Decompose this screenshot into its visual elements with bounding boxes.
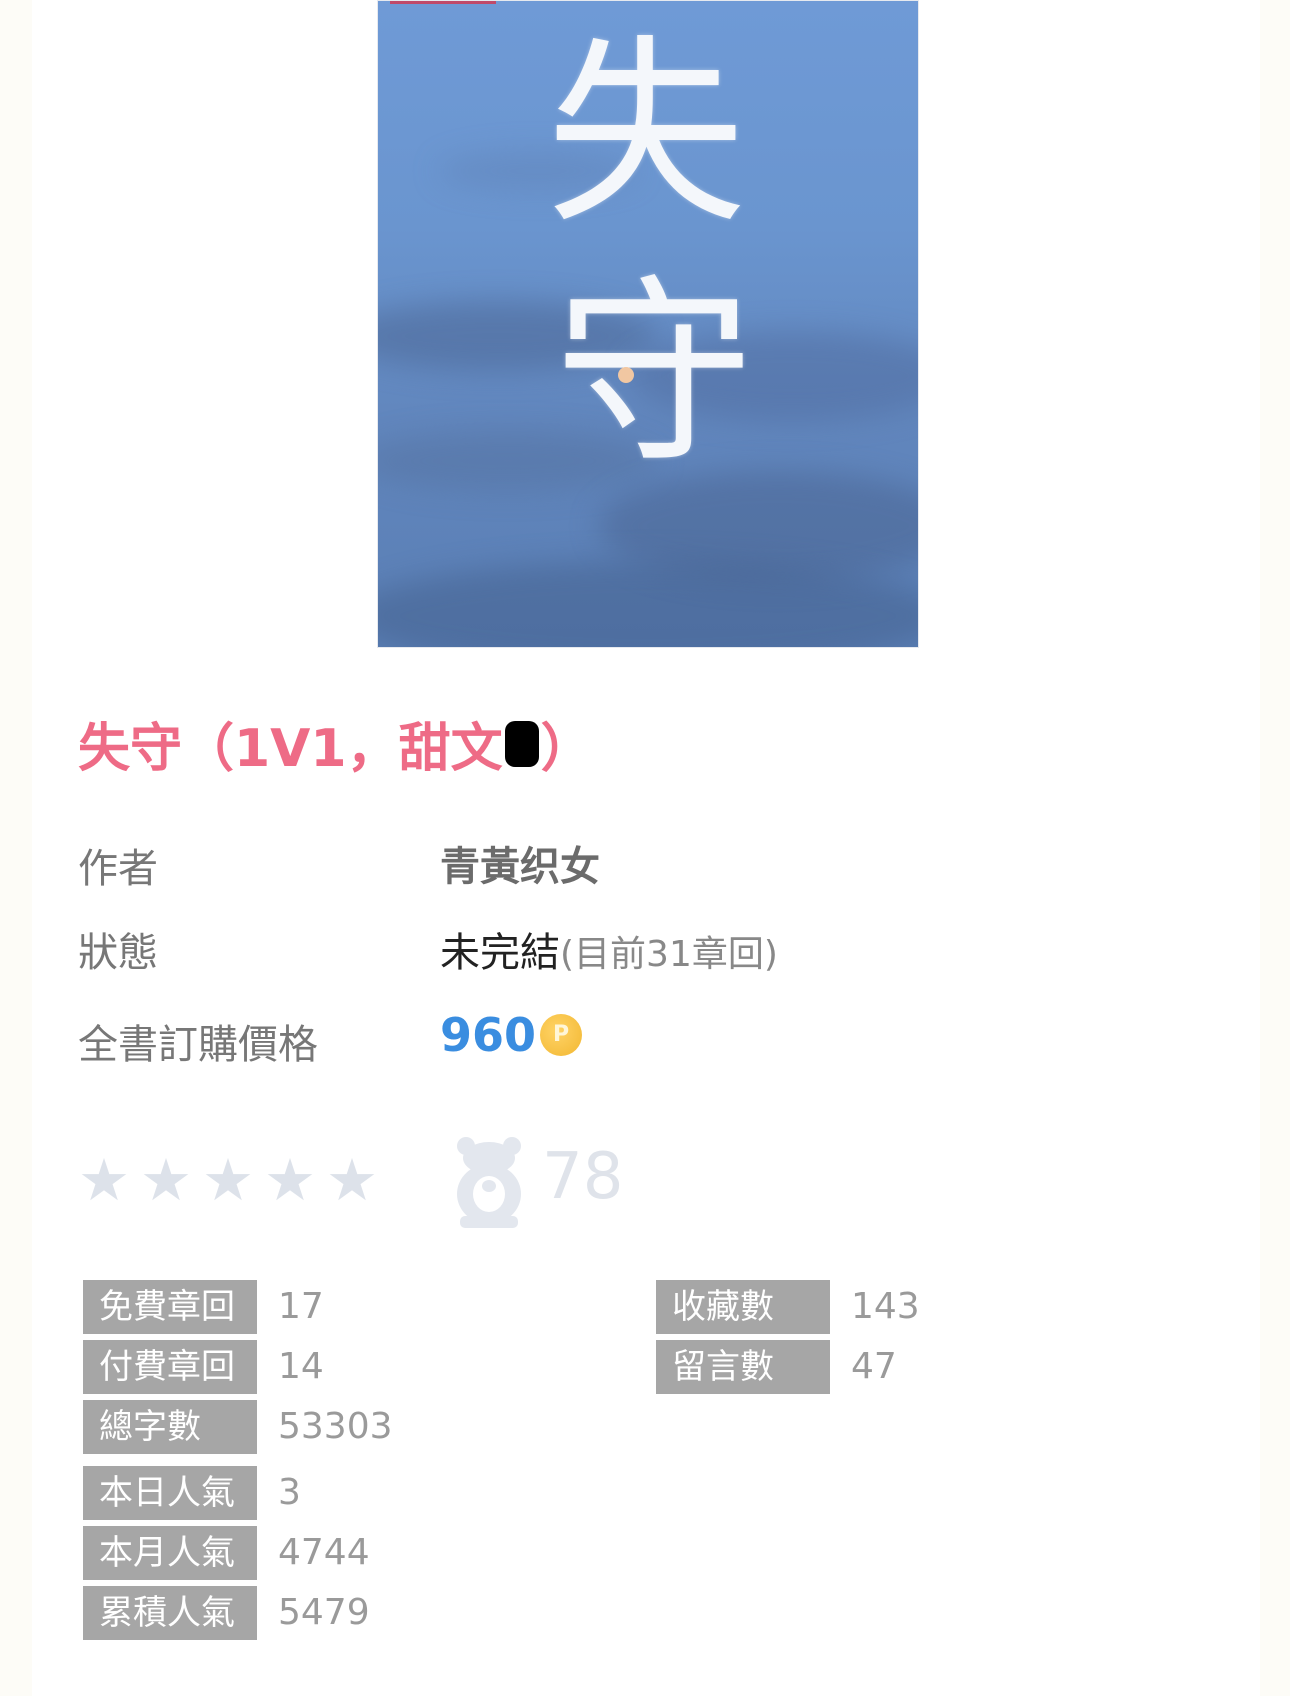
book-cover-image[interactable]: 失 守	[377, 0, 919, 648]
stat-value-paid-chapters: 14	[278, 1346, 324, 1387]
cover-sun	[618, 367, 634, 383]
status-text: 未完結	[440, 930, 560, 976]
star-icon[interactable]: ★	[78, 1150, 130, 1210]
redaction-mark	[504, 720, 539, 767]
star-icon[interactable]: ★	[202, 1150, 254, 1210]
cover-tag	[390, 1, 496, 4]
stat-value-comments: 47	[851, 1346, 897, 1387]
stat-label-comments: 留言數	[656, 1340, 830, 1394]
stat-value-month-popularity: 4744	[278, 1532, 370, 1573]
book-title-text: 失守（1V1，甜文	[78, 719, 503, 779]
stat-label-total-popularity: 累積人氣	[83, 1586, 257, 1640]
status-value: 未完結(目前31章回)	[440, 920, 778, 978]
stat-label-month-popularity: 本月人氣	[83, 1526, 257, 1580]
stat-label-paid-chapters: 付費章回	[83, 1340, 257, 1394]
stat-value-total-words: 53303	[278, 1406, 393, 1447]
star-rating[interactable]: ★ ★ ★ ★ ★	[78, 1150, 378, 1210]
stat-value-today-popularity: 3	[278, 1472, 301, 1513]
star-icon[interactable]: ★	[140, 1150, 192, 1210]
stat-label-total-words: 總字數	[83, 1400, 257, 1454]
star-icon[interactable]: ★	[264, 1150, 316, 1210]
status-label: 狀態	[78, 930, 158, 976]
stat-value-free-chapters: 17	[278, 1286, 324, 1327]
book-title: 失守（1V1，甜文 ）	[78, 706, 593, 781]
price-label: 全書訂購價格	[78, 1022, 318, 1068]
stat-label-today-popularity: 本日人氣	[83, 1466, 257, 1520]
stat-value-total-popularity: 5479	[278, 1592, 370, 1633]
book-title-end: ）	[540, 719, 593, 779]
stat-label-favorites: 收藏數	[656, 1280, 830, 1334]
author-name-link[interactable]: 青黃织女	[440, 834, 600, 892]
rating-score: 78	[542, 1140, 624, 1214]
cover-char-2: 守	[554, 258, 755, 491]
author-label: 作者	[78, 846, 158, 892]
star-icon[interactable]: ★	[326, 1150, 378, 1210]
price-value: 960	[440, 1008, 537, 1062]
stat-label-free-chapters: 免費章回	[83, 1280, 257, 1334]
coin-icon: P	[540, 1014, 582, 1056]
bear-icon[interactable]	[452, 1136, 526, 1228]
status-chapter-count: (目前31章回)	[560, 934, 778, 975]
stat-value-favorites: 143	[851, 1286, 920, 1327]
